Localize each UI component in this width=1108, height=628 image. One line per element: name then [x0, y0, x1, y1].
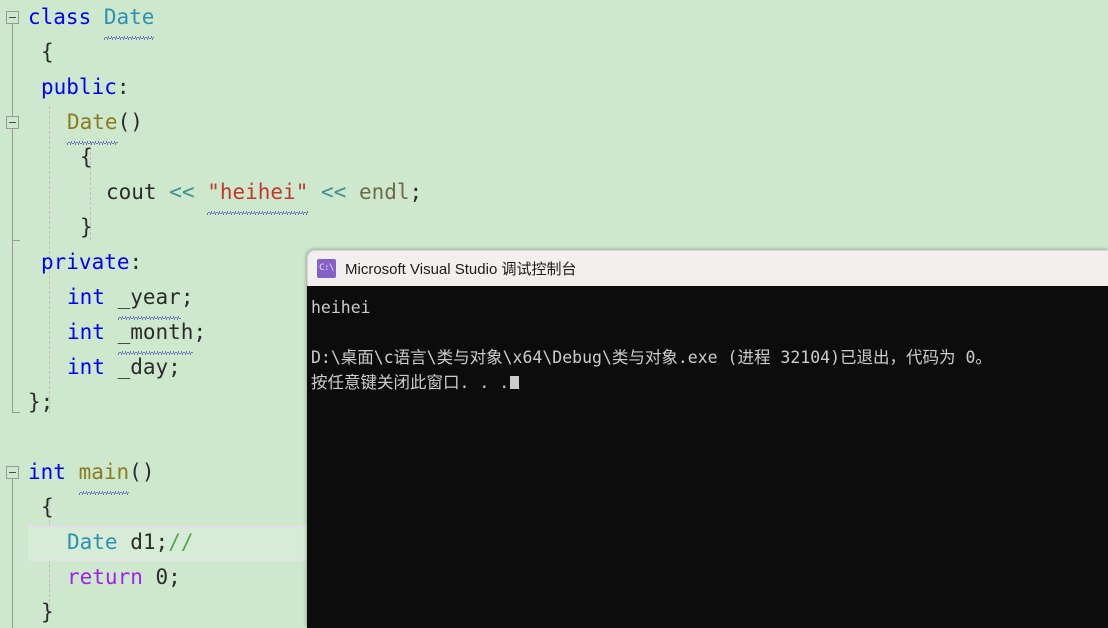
console-window-title: Microsoft Visual Studio 调试控制台 — [345, 261, 577, 278]
code-token: _day — [117, 355, 169, 379]
code-token: }; — [28, 390, 54, 414]
code-line[interactable]: Date() — [0, 105, 422, 145]
code-token: // — [168, 530, 194, 554]
code-line[interactable]: class Date — [0, 0, 422, 40]
code-token: Date — [67, 105, 118, 145]
code-line[interactable]: public: — [0, 70, 422, 105]
code-token: { — [41, 40, 54, 64]
console-app-icon: C:\ — [317, 259, 336, 278]
code-token: main — [78, 455, 129, 495]
debug-console-window[interactable]: C:\ Microsoft Visual Studio 调试控制台 heihei… — [307, 250, 1108, 628]
code-line[interactable]: } — [0, 210, 422, 245]
code-token: ; — [168, 355, 181, 379]
code-token: int — [67, 285, 105, 309]
code-token: _year — [117, 280, 182, 320]
code-line[interactable]: cout << "heihei" << endl; — [0, 175, 423, 215]
code-token: ; — [168, 565, 181, 589]
code-token: () — [129, 460, 155, 484]
code-token: << — [169, 180, 195, 204]
code-token: ; — [193, 320, 207, 344]
code-token: "heihei" — [207, 175, 309, 215]
code-token: Date — [103, 0, 154, 40]
code-token: d1 — [130, 530, 156, 554]
code-token: endl — [358, 180, 410, 204]
code-token: 0 — [155, 565, 169, 589]
console-output-area[interactable]: heihei D:\桌面\c语言\类与对象\x64\Debug\类与对象.exe… — [307, 286, 1108, 628]
code-token: int — [67, 355, 105, 379]
console-line: heihei — [311, 298, 371, 317]
code-token: cout — [106, 180, 157, 204]
code-line[interactable]: { — [0, 35, 422, 70]
code-token: { — [80, 145, 93, 169]
code-token: private — [41, 250, 130, 274]
code-token: () — [117, 110, 143, 134]
code-token: : — [129, 250, 143, 274]
code-token: class — [28, 5, 92, 29]
code-token: _month — [117, 315, 193, 355]
console-line: 按任意键关闭此窗口. . . — [311, 370, 1108, 395]
code-token: { — [41, 495, 54, 519]
code-token: public — [41, 75, 117, 99]
code-token: int — [28, 460, 66, 484]
code-token: ; — [409, 180, 423, 204]
code-token: ; — [180, 285, 194, 309]
code-token: int — [67, 320, 105, 344]
code-token: Date — [67, 530, 118, 554]
console-line: D:\桌面\c语言\类与对象\x64\Debug\类与对象.exe (进程 32… — [311, 348, 992, 367]
code-token: return — [67, 565, 143, 589]
code-token: ; — [155, 530, 169, 554]
console-titlebar[interactable]: C:\ Microsoft Visual Studio 调试控制台 — [307, 250, 1108, 286]
code-token: } — [41, 600, 54, 624]
code-token: } — [80, 215, 93, 239]
code-line[interactable]: { — [0, 140, 422, 175]
code-token: << — [321, 180, 347, 204]
code-token: : — [116, 75, 130, 99]
console-cursor — [510, 376, 520, 389]
